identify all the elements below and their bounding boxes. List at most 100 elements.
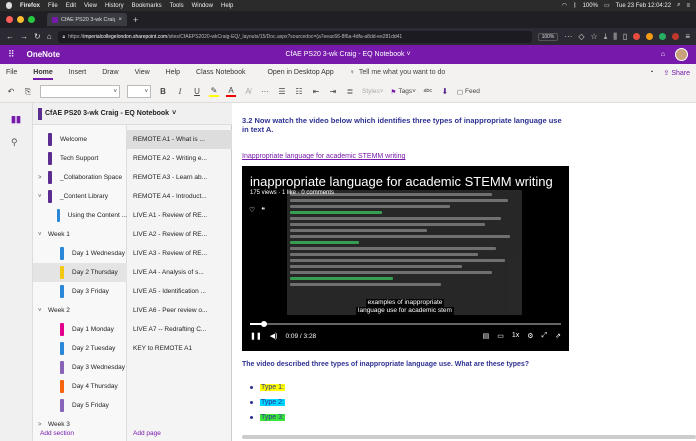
page-item[interactable]: LIVE A1 - Review of RE... <box>127 206 232 225</box>
answer-type-item[interactable]: Type 2: <box>250 395 285 410</box>
page-item[interactable]: LIVE A4 - Analysis of s... <box>127 263 232 282</box>
section-item[interactable]: ˅ Week 2 <box>33 301 127 320</box>
menu-file[interactable]: File <box>48 3 58 9</box>
section-item[interactable]: ˅ _Content Library <box>33 187 127 206</box>
search-icon[interactable]: ⚲ <box>11 137 18 148</box>
settings-icon[interactable]: ⚙ <box>527 332 533 340</box>
reload-icon[interactable]: ↻ <box>34 32 41 41</box>
bookmark-star-icon[interactable]: ☆ <box>591 32 598 41</box>
page-item[interactable]: LIVE A2 - Review of RE... <box>127 225 232 244</box>
browser-menu-icon[interactable]: ≡ <box>685 32 690 41</box>
browser-tab[interactable]: CfAE PS20 3-wk Craig - EQ × <box>47 13 127 26</box>
page-item[interactable]: LIVE A7 -- Redrafting C... <box>127 320 232 339</box>
page-item[interactable]: REMOTE A4 - Introduct... <box>127 187 232 206</box>
transcript-icon[interactable]: ▤ <box>483 332 490 340</box>
comment-icon[interactable]: ❝ <box>261 206 265 214</box>
menu-edit[interactable]: Edit <box>66 3 76 9</box>
chevron-down-icon[interactable]: ˅ <box>38 232 48 238</box>
speed-icon[interactable]: 1x <box>512 332 519 340</box>
page-item[interactable]: LIVE A3 - Review of RE... <box>127 244 232 263</box>
extension-red-icon[interactable] <box>633 33 641 40</box>
page-canvas[interactable]: 3.2 Now watch the video below which iden… <box>232 103 696 441</box>
italic-button[interactable]: I <box>175 87 185 96</box>
add-section-button[interactable]: Add section <box>40 430 74 437</box>
tab-file[interactable]: File <box>6 69 17 76</box>
new-tab-icon[interactable]: + <box>133 15 138 25</box>
app-name[interactable]: OneNote <box>27 50 60 59</box>
video-progress-bar[interactable] <box>250 321 561 327</box>
extension-orange-icon[interactable] <box>646 33 654 40</box>
section-item[interactable]: Day 1 Wednesday <box>33 244 127 263</box>
align-icon[interactable]: ≣ <box>345 87 355 96</box>
menu-bookmarks[interactable]: Bookmarks <box>132 3 162 9</box>
bullets-icon[interactable]: ☰ <box>277 87 287 96</box>
font-color-icon[interactable]: A <box>226 86 236 97</box>
sidebar-icon[interactable]: ▯ <box>623 32 627 41</box>
page-item[interactable]: LIVE A5 - Identification ... <box>127 282 232 301</box>
tab-class-notebook[interactable]: Class Notebook <box>196 69 245 76</box>
horizontal-scrollbar[interactable] <box>242 435 696 439</box>
extension-green-icon[interactable] <box>659 33 667 40</box>
library-icon[interactable]: ⫼ <box>613 32 617 42</box>
spotlight-icon[interactable]: ⌕ <box>677 2 680 9</box>
clear-format-icon[interactable]: A̸ <box>243 87 253 96</box>
answer-types-list[interactable]: Type 1: Type 2: Type 3: <box>250 380 285 425</box>
tab-draw[interactable]: Draw <box>102 69 118 76</box>
section-item[interactable]: Using the Content ... <box>33 206 127 225</box>
tags-button[interactable]: ⚑ Tags ˅ <box>391 88 416 96</box>
highlight-icon[interactable]: ✎ <box>209 86 219 97</box>
section-item[interactable]: > _Collaboration Space <box>33 168 127 187</box>
page-item[interactable]: LIVE A6 - Peer review o... <box>127 301 232 320</box>
chevron-down-icon[interactable]: ˅ <box>38 194 48 200</box>
font-family-dropdown[interactable]: ˅ <box>40 85 120 98</box>
minimize-window-icon[interactable] <box>17 16 24 23</box>
section-item[interactable]: Tech Support <box>33 149 127 168</box>
downloads-icon[interactable]: ⤓ <box>604 32 608 42</box>
bold-button[interactable]: B <box>158 87 168 96</box>
menu-app-name[interactable]: Firefox <box>20 3 40 9</box>
page-item[interactable]: REMOTE A3 - Learn ab... <box>127 168 232 187</box>
pause-icon[interactable]: ❚❚ <box>250 332 262 340</box>
captions-icon[interactable]: ▭ <box>497 332 504 340</box>
answer-type-item[interactable]: Type 1: <box>250 380 285 395</box>
underline-button[interactable]: U <box>192 87 202 96</box>
notifications-icon[interactable]: ⌂ <box>661 51 665 58</box>
section-item[interactable]: Day 2 Thursday <box>33 263 127 282</box>
volume-icon[interactable]: ◀) <box>270 332 278 340</box>
forward-icon[interactable]: → <box>20 32 28 41</box>
tab-home[interactable]: Home <box>33 69 54 80</box>
menu-window[interactable]: Window <box>192 3 213 9</box>
menu-help[interactable]: Help <box>221 3 233 9</box>
app-launcher-icon[interactable]: ⠿ <box>8 49 15 60</box>
numbering-icon[interactable]: ☷ <box>294 87 304 96</box>
spelling-icon[interactable]: ᵃᵇᶜ <box>423 87 433 96</box>
control-center-icon[interactable]: ≡ <box>686 3 690 9</box>
section-item[interactable]: Welcome <box>33 130 127 149</box>
more-icon[interactable]: ··· <box>260 87 270 96</box>
chevron-right-icon[interactable]: > <box>38 175 48 181</box>
like-icon[interactable]: ♡ <box>249 206 255 214</box>
clipboard-icon[interactable]: ⎘ <box>23 87 33 97</box>
answer-type-item[interactable]: Type 3: <box>250 410 285 425</box>
close-tab-icon[interactable]: × <box>118 17 122 23</box>
zoom-window-icon[interactable] <box>28 16 35 23</box>
fullscreen-icon[interactable]: ⤢ <box>542 332 548 340</box>
notebooks-icon[interactable]: ▮▮ <box>11 114 21 125</box>
notebook-title[interactable]: CfAE PS20 3-wk Craig - EQ Notebook ˅ <box>0 51 696 58</box>
video-scrub-handle[interactable] <box>260 321 267 327</box>
menu-history[interactable]: History <box>105 3 124 9</box>
menu-clock[interactable]: Tue 23 Feb 12:04:22 <box>616 3 672 9</box>
outdent-icon[interactable]: ⇤ <box>311 87 321 96</box>
tab-insert[interactable]: Insert <box>69 69 87 76</box>
undo-icon[interactable]: ↶ <box>6 87 16 96</box>
avatar[interactable] <box>675 48 688 61</box>
feed-button[interactable]: ▢ Feed <box>457 88 480 96</box>
sync-icon[interactable]: ◔ <box>649 69 653 76</box>
tell-me-search[interactable]: ♀ Tell me what you want to do <box>350 69 446 76</box>
menu-tools[interactable]: Tools <box>170 3 184 9</box>
close-window-icon[interactable] <box>6 16 13 23</box>
page-item[interactable]: REMOTE A2 - Writing e... <box>127 149 232 168</box>
video-player[interactable]: inappropriate language for academic STEM… <box>242 166 569 351</box>
zoom-level[interactable]: 100% <box>537 32 559 41</box>
section-item[interactable]: Day 2 Tuesday <box>33 339 127 358</box>
